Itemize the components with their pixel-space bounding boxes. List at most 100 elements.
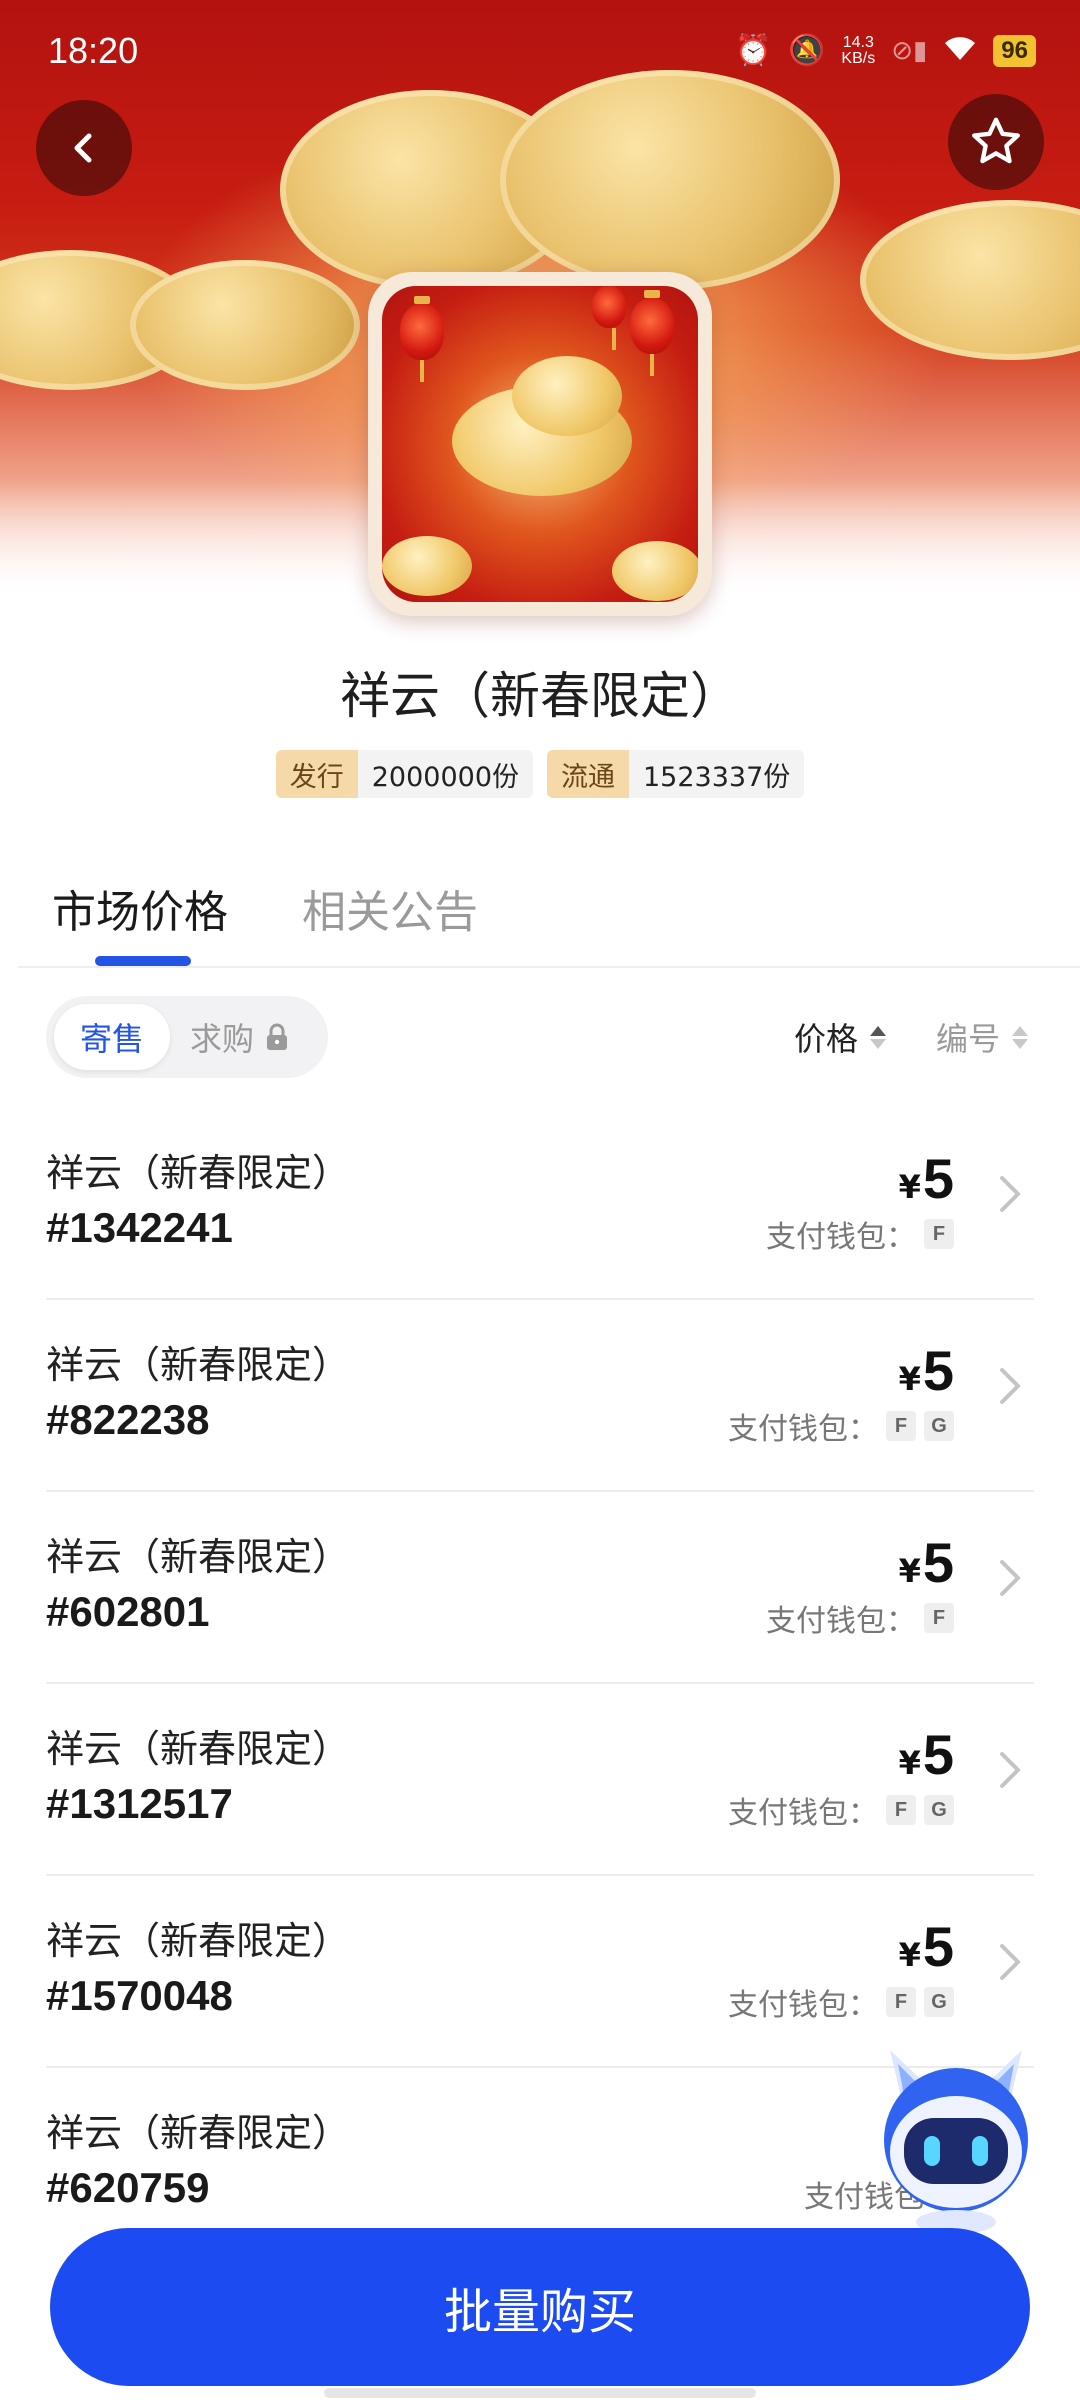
currency-symbol: ¥ [898,1936,921,1974]
chevron-right-icon [1000,1944,1020,1980]
star-outline-icon [972,117,1020,164]
item-name: 祥云（新春限定） [46,1535,351,1579]
wallet-badge: F [886,1795,916,1825]
tab-announcements[interactable]: 相关公告 [302,876,478,940]
lantern-icon [630,290,674,376]
wallet-label: 支付钱包： [766,1604,916,1639]
wallet-badge: G [924,1795,954,1825]
currency-symbol: ¥ [898,1360,921,1398]
price-amount: 5 [922,1531,954,1594]
payment-wallets: 支付钱包： F [766,1596,954,1640]
network-speed-value: 14.3 [842,34,874,51]
wallet-badge: F [886,1987,916,2017]
wallet-label: 支付钱包： [728,1796,878,1831]
cloud-decoration [130,260,360,390]
sort-arrows-icon [1012,1025,1029,1049]
chevron-right-icon [1000,1368,1020,1404]
divider [18,966,1080,968]
list-item[interactable]: 祥云（新春限定） #1342241 ¥ 5 支付钱包： F [0,1108,1080,1300]
cloud-decoration [512,356,622,436]
status-time: 18:20 [48,30,139,71]
product-image[interactable] [368,272,712,616]
currency-symbol: ¥ [898,1744,921,1782]
home-indicator [324,2388,756,2398]
item-price: ¥ 5 [899,1338,954,1403]
cloud-decoration [382,536,472,596]
chevron-right-icon [1000,1176,1020,1212]
list-item[interactable]: 祥云（新春限定） #1312517 ¥ 5 支付钱包： F G [0,1684,1080,1876]
item-price: ¥ 5 [899,1146,954,1211]
sort-price-label: 价格 [794,1020,859,1058]
payment-wallets: 支付钱包： F G [728,1980,954,2024]
item-name: 祥云（新春限定） [46,1151,351,1195]
favorite-button[interactable] [948,94,1044,190]
item-id: #1312517 [46,1780,233,1827]
assistant-robot-button[interactable] [876,2040,1036,2240]
stat-label: 发行 [275,750,358,798]
tab-indicator [95,956,191,966]
item-id: #620759 [46,2164,210,2211]
sort-number-label: 编号 [936,1020,1001,1058]
segment-consignment[interactable]: 寄售 [54,1004,170,1070]
stat-value: 2000000份 [357,750,533,798]
mute-icon: 🔕 [788,33,826,68]
currency-symbol: ¥ [898,1168,921,1206]
currency-symbol: ¥ [898,1552,921,1590]
lantern-icon [400,296,444,382]
stat-value: 1523337份 [629,750,805,798]
segment-wanted[interactable]: 求购 [190,1004,290,1070]
price-amount: 5 [922,1915,954,1978]
network-speed: 14.3 KB/s [841,35,875,67]
wallet-badge: G [924,1987,954,2017]
status-icons: ⏰ 🔕 14.3 KB/s ⊘▮ 96 [735,34,1036,68]
signal-icon: ⊘▮ [891,36,928,66]
item-price: ¥ 5 [899,1722,954,1787]
payment-wallets: 支付钱包： F [766,1212,954,1256]
cloud-decoration [612,541,698,601]
wifi-icon [943,34,977,68]
sort-by-price[interactable]: 价格 [794,1014,887,1060]
cloud-decoration [500,70,840,290]
wallet-label: 支付钱包： [728,1988,878,2023]
network-speed-unit: KB/s [841,50,876,67]
sort-by-number[interactable]: 编号 [936,1014,1029,1060]
wallet-badge: F [886,1411,916,1441]
item-name: 祥云（新春限定） [46,1919,351,1963]
product-artwork [382,286,698,602]
lock-icon [267,1023,288,1050]
price-amount: 5 [922,1723,954,1786]
wallet-badge: F [924,1603,954,1633]
item-price: ¥ 5 [899,1530,954,1595]
item-id: #602801 [46,1588,210,1635]
payment-wallets: 支付钱包： F G [728,1404,954,1448]
price-amount: 5 [922,1147,954,1210]
wallet-label: 支付钱包： [728,1412,878,1447]
stat-label: 流通 [547,750,629,798]
tab-market-price[interactable]: 市场价格 [52,876,228,940]
robot-icon [884,2050,1028,2234]
item-price: ¥ 5 [899,1914,954,1979]
chevron-right-icon [1000,1560,1020,1596]
price-amount: 5 [922,1339,954,1402]
wallet-badge: G [924,1411,954,1441]
list-item[interactable]: 祥云（新春限定） #602801 ¥ 5 支付钱包： F [0,1492,1080,1684]
product-title: 祥云（新春限定） [340,667,740,725]
status-bar: 18:20 ⏰ 🔕 14.3 KB/s ⊘▮ 96 [0,0,1080,100]
sort-arrows-icon [870,1025,887,1049]
wallet-label: 支付钱包： [766,1220,916,1255]
payment-wallets: 支付钱包： F G [728,1788,954,1832]
list-item[interactable]: 祥云（新春限定） #822238 ¥ 5 支付钱包： F G [0,1300,1080,1492]
item-name: 祥云（新春限定） [46,1343,351,1387]
stat-issued: 发行 2000000份 [275,750,533,798]
item-id: #1570048 [46,1972,233,2019]
chevron-left-icon [74,133,92,163]
item-name: 祥云（新春限定） [46,2111,351,2155]
item-name: 祥云（新春限定） [46,1727,351,1771]
back-button[interactable] [36,100,132,196]
item-id: #822238 [46,1396,210,1443]
bulk-buy-button[interactable]: 批量购买 [50,2228,1030,2386]
stat-circulating: 流通 1523337份 [547,750,805,798]
tab-bar: 市场价格 相关公告 [0,876,1080,966]
chevron-right-icon [1000,1752,1020,1788]
listing-type-toggle: 寄售 求购 [46,996,328,1078]
